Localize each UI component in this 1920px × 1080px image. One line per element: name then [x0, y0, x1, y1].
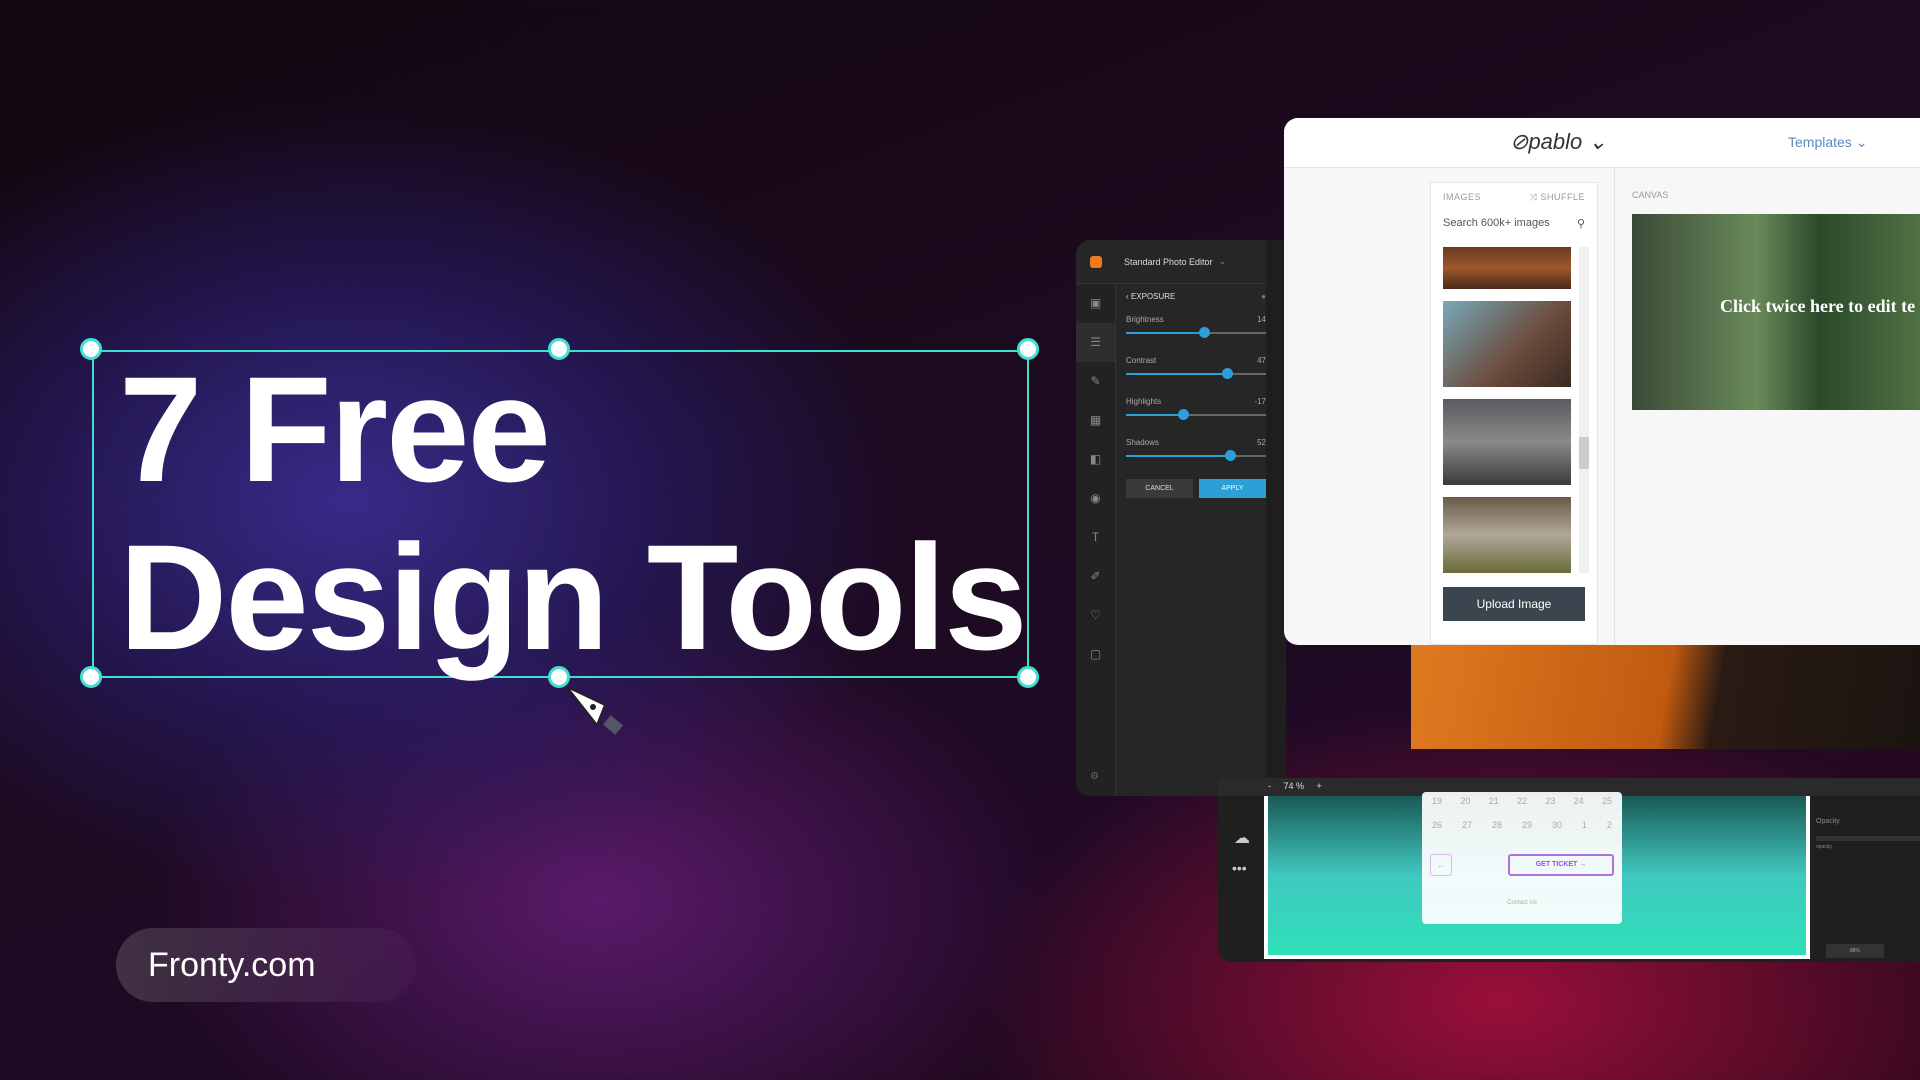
search-input[interactable]: Search 600k+ images	[1443, 217, 1550, 230]
search-icon[interactable]: ⚲	[1577, 217, 1585, 230]
calendar-day[interactable]: 20	[1460, 796, 1470, 806]
zoom-in-button[interactable]: +	[1317, 781, 1322, 791]
slider-contrast[interactable]: Contrast 47	[1126, 356, 1266, 379]
back-arrow-button[interactable]: ←	[1430, 854, 1452, 876]
calendar-day[interactable]: 25	[1602, 796, 1612, 806]
calendar-day[interactable]: 22	[1517, 796, 1527, 806]
canvas-text[interactable]: Click twice here to edit te	[1720, 296, 1915, 317]
ticket-design-app: - 74 % + ☁ ••• 19 20 21 22 23 24 25 26 27 28 29 30 1…	[1218, 778, 1920, 962]
image-thumb-wood[interactable]	[1443, 247, 1571, 289]
pen-icon[interactable]: ✐	[1076, 557, 1115, 596]
pablo-logo[interactable]: ⊘pablo ⌄	[1510, 129, 1607, 155]
section-title: EXPOSURE	[1130, 292, 1176, 301]
brush-icon[interactable]: ✎	[1076, 362, 1115, 401]
camera-icon[interactable]: ◉	[1076, 479, 1115, 518]
slider-knob[interactable]	[1221, 368, 1233, 379]
site-name: Fronty.com	[148, 946, 316, 984]
editor-title[interactable]: Standard Photo Editor	[1124, 257, 1213, 267]
settings-icon[interactable]: ⚙	[1090, 771, 1099, 782]
slider-value: 47	[1257, 356, 1266, 365]
sticker-icon[interactable]: ▢	[1076, 635, 1115, 674]
image-thumb-street[interactable]	[1443, 399, 1571, 485]
contact-link[interactable]: Contact Us	[1422, 900, 1622, 906]
design-canvas: 19 20 21 22 23 24 25 26 27 28 29 30 1 2 ← GET TICKET …	[1264, 792, 1810, 959]
calendar-day[interactable]: 2	[1607, 820, 1612, 830]
calendar-day[interactable]: 28	[1492, 820, 1502, 830]
pen-tool-icon	[566, 686, 623, 735]
headline: 7 Free Design Tools	[119, 345, 1028, 681]
opacity-sublabel: opacity	[1816, 844, 1832, 850]
editor-canvas-strip	[1266, 240, 1286, 796]
slider-knob[interactable]	[1199, 327, 1211, 338]
calendar-day[interactable]: 19	[1432, 796, 1442, 806]
shuffle-button[interactable]: ⤨ SHUFFLE	[1530, 192, 1585, 203]
images-label: IMAGES	[1443, 192, 1482, 202]
pablo-window: ⊘pablo ⌄ Templates ⌄ IMAGES ⤨ SHUFFLE Se…	[1284, 118, 1920, 645]
upload-image-button[interactable]: Upload Image	[1443, 587, 1585, 621]
chevron-down-icon[interactable]: ⌄	[1219, 256, 1227, 267]
slider-shadows[interactable]: Shadows 52	[1126, 438, 1266, 461]
frame-icon[interactable]: ◧	[1076, 440, 1115, 479]
ticket-card: 19 20 21 22 23 24 25 26 27 28 29 30 1 2 ← GET TICKET …	[1422, 792, 1622, 924]
calendar-day[interactable]: 30	[1552, 820, 1562, 830]
image-icon[interactable]: ▣	[1076, 284, 1115, 323]
opacity-label: Opacity	[1816, 818, 1840, 825]
resize-handle-tl[interactable]	[80, 338, 102, 360]
slider-knob[interactable]	[1178, 409, 1190, 420]
slider-label: Highlights	[1126, 397, 1162, 406]
photo-editor-panel: Standard Photo Editor ⌄ ▣ ☰ ✎ ▦ ◧ ◉ T ✐ ♡ ▢ ‹ EXPO…	[1076, 240, 1276, 796]
slider-label: Brightness	[1126, 315, 1164, 324]
text-icon[interactable]: T	[1076, 518, 1115, 557]
canvas-image[interactable]: Click twice here to edit te	[1632, 214, 1920, 410]
image-thumb-forest[interactable]	[1443, 497, 1571, 573]
app-logo-icon	[1090, 255, 1102, 268]
shuffle-label: SHUFFLE	[1540, 192, 1585, 202]
templates-menu[interactable]: Templates ⌄	[1788, 134, 1867, 151]
slider-value: -17	[1254, 397, 1266, 406]
image-search[interactable]: Search 600k+ images ⚲	[1431, 212, 1597, 235]
slider-label: Contrast	[1126, 356, 1157, 365]
slider-label: Shadows	[1126, 438, 1159, 447]
calendar-day[interactable]: 23	[1545, 796, 1555, 806]
zoom-out-button[interactable]: -	[1268, 781, 1271, 791]
apply-button[interactable]: APPLY	[1199, 479, 1266, 498]
pablo-logo-text: pablo	[1528, 129, 1583, 154]
percent-stepper[interactable]: 88%	[1826, 944, 1884, 958]
upload-cloud-icon[interactable]: ☁	[1234, 828, 1250, 848]
canvas-label: CANVAS	[1632, 190, 1669, 200]
image-thumb-coffee[interactable]	[1443, 301, 1571, 387]
cancel-button[interactable]: CANCEL	[1126, 479, 1193, 498]
images-panel: IMAGES ⤨ SHUFFLE Search 600k+ images ⚲ Up…	[1430, 182, 1598, 645]
heart-icon[interactable]: ♡	[1076, 596, 1115, 635]
templates-label: Templates	[1788, 134, 1852, 150]
adjust-icon[interactable]: ☰	[1076, 323, 1115, 362]
get-ticket-button[interactable]: GET TICKET →	[1508, 854, 1614, 876]
calendar-day[interactable]: 29	[1522, 820, 1532, 830]
calendar-day[interactable]: 21	[1489, 796, 1499, 806]
tool-sidebar: ▣ ☰ ✎ ▦ ◧ ◉ T ✐ ♡ ▢	[1076, 284, 1116, 796]
headline-line2: Design Tools	[119, 513, 1028, 681]
more-icon[interactable]: •••	[1232, 860, 1247, 876]
slider-value: 14	[1257, 315, 1266, 324]
calendar-day[interactable]: 27	[1462, 820, 1472, 830]
slider-brightness[interactable]: Brightness 14	[1126, 315, 1266, 338]
headline-line1: 7 Free	[119, 345, 551, 513]
site-badge: Fronty.com	[116, 928, 416, 1002]
calendar-day[interactable]: 24	[1574, 796, 1584, 806]
camera-photo	[1411, 645, 1920, 749]
zoom-level: 74 %	[1283, 781, 1305, 791]
calendar-day[interactable]: 26	[1432, 820, 1442, 830]
slider-knob[interactable]	[1224, 450, 1236, 461]
grid-icon[interactable]: ▦	[1076, 401, 1115, 440]
get-ticket-label: GET TICKET	[1535, 861, 1578, 868]
scrollbar[interactable]	[1579, 247, 1589, 573]
opacity-slider[interactable]	[1816, 836, 1920, 841]
slider-highlights[interactable]: Highlights -17	[1126, 397, 1266, 420]
calendar-day[interactable]: 1	[1582, 820, 1587, 830]
slider-value: 52	[1257, 438, 1266, 447]
resize-handle-bl[interactable]	[80, 666, 102, 688]
